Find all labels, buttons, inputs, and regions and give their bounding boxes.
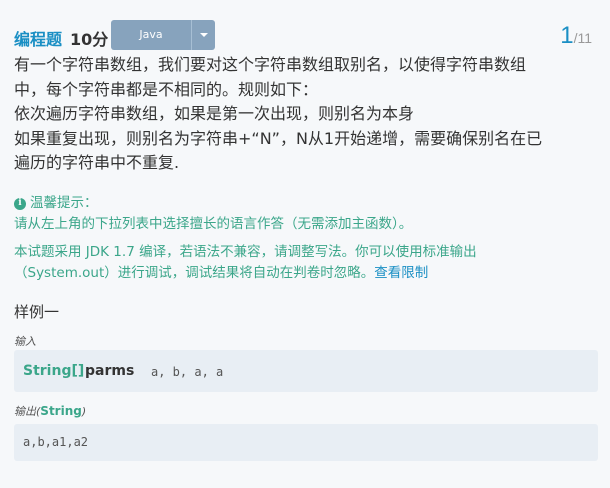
param-name: parms	[85, 363, 135, 379]
info-icon: i	[14, 197, 26, 210]
tip-debug-row: （System.out）进行调试，调试结果将自动在判卷时忽略。查看限制	[14, 263, 599, 284]
tip-compiler: 本试题采用 JDK 1.7 编译，若语法不兼容，请调整写法。你可以使用标准输出	[14, 244, 477, 260]
tip-language: 请从左上角的下拉列表中选择擅长的语言作答（无需添加主函数）。	[14, 216, 413, 232]
question-description: 有一个字符串数组，我们要对这个字符串数组取别名，以使得字符串数组 中，每个字符串…	[14, 53, 599, 176]
sample-input-box: String[] parms a, b, a, a	[14, 350, 598, 392]
question-progress: 1/11	[560, 22, 592, 50]
description-line: 遍历的字符串中不重复.	[14, 153, 180, 172]
output-type: String	[40, 404, 82, 418]
tip-debug: （System.out）进行调试，调试结果将自动在判卷时忽略。	[14, 265, 375, 281]
output-label-row: 输出(String)	[14, 404, 87, 418]
param-value: a, b, a, a	[151, 365, 224, 379]
description-line: 依次遍历字符串数组，如果是第一次出现，则别名为本身	[14, 104, 415, 123]
tips-title: 温馨提示：	[30, 195, 98, 211]
question-type: 编程题	[14, 30, 63, 49]
tips-panel: i 温馨提示： 请从左上角的下拉列表中选择擅长的语言作答（无需添加主函数）。 本…	[14, 193, 599, 284]
question-header: 编程题 10分 Java 1/11	[14, 20, 604, 50]
language-select-label[interactable]: Java	[111, 20, 191, 50]
description-line: 中，每个字符串都是不相同的。规则如下：	[14, 79, 319, 99]
sample-output-box: a,b,a1,a2	[14, 424, 598, 461]
input-label: 输入	[14, 335, 36, 348]
tips-title-row: i 温馨提示：	[14, 193, 599, 214]
sample-title: 样例一	[14, 303, 60, 321]
view-limits-link[interactable]: 查看限制	[374, 265, 428, 281]
question-score: 10分	[70, 30, 109, 49]
param-type: String[]	[23, 363, 85, 379]
description-line: 如果重复出现，则别名为字符串+“N”，N从1开始递增，需要确保别名在已	[14, 128, 543, 148]
output-value: a,b,a1,a2	[23, 435, 89, 449]
description-line: 有一个字符串数组，我们要对这个字符串数组取别名，以使得字符串数组	[14, 55, 527, 74]
output-label: 输出	[14, 405, 36, 418]
chevron-down-icon[interactable]	[192, 20, 215, 50]
progress-current: 1	[560, 22, 574, 49]
progress-total: /11	[573, 30, 592, 46]
language-select[interactable]: Java	[111, 20, 215, 50]
